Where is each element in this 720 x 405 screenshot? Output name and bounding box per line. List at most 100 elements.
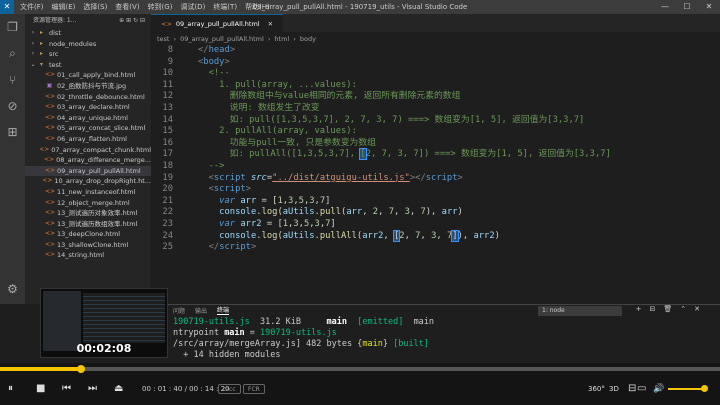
volume-slider[interactable] [668, 388, 704, 390]
close-icon[interactable]: ✕ [268, 20, 273, 28]
file-item[interactable]: <> 03_array_declare.html [25, 102, 151, 113]
file-item[interactable]: <> 10_array_drop_dropRight.ht... [25, 176, 151, 187]
file-label: 08_array_difference_merge... [56, 156, 151, 165]
search-icon[interactable]: ⌕ [9, 46, 16, 61]
file-item[interactable]: <> 08_array_difference_merge... [25, 155, 151, 166]
code-line: 11 1. pull(array, ...values): [151, 80, 720, 92]
folder-item[interactable]: ⌄ ▾ test [25, 60, 151, 71]
file-item[interactable]: <> 05_array_concat_slice.html [25, 123, 151, 134]
volume-icon[interactable]: 🔊 [653, 381, 664, 397]
menu-item[interactable]: 帮助(H) [245, 2, 270, 12]
code-token: ) [494, 230, 500, 241]
eject-icon[interactable]: ⏏ [114, 381, 123, 397]
html-file-icon: <> [45, 103, 56, 111]
file-item[interactable]: <> 09_array_pull_pullAll.html [25, 165, 151, 177]
code-line: 13 说明: 数组发生了改变 [151, 103, 720, 115]
maximize-panel-icon[interactable]: ⌃ [680, 305, 686, 313]
playlist-icon[interactable]: ⊟ [628, 381, 636, 397]
previous-icon[interactable]: ⏮ [62, 381, 71, 397]
breadcrumb-item[interactable]: test [157, 35, 169, 43]
file-item[interactable]: <> 13_测试遍历对象效率.html [25, 208, 151, 219]
terminal-segment: = [244, 328, 261, 338]
tacc-badge[interactable]: tacc [218, 384, 241, 394]
pause-icon[interactable]: ⏸ [8, 381, 13, 397]
split-terminal-icon[interactable]: ⊟ [649, 305, 655, 313]
add-terminal-icon[interactable]: + [636, 305, 642, 313]
breadcrumb-item[interactable]: 09_array_pull_pullAll.html [180, 35, 264, 43]
file-item[interactable]: <> 04_array_unique.html [25, 113, 151, 124]
file-item[interactable]: <> 06_array_flatten.html [25, 134, 151, 145]
line-number: 23 [162, 218, 173, 229]
panel-tab[interactable]: 输出 [195, 306, 207, 315]
window-controls: — ☐ ✕ [654, 0, 720, 14]
file-item[interactable]: ▣ 02_函数防抖与节流.jpg [25, 81, 151, 92]
line-content: 如: pullAll([1,3,5,3,7], [2, 7, 3, 7]) ==… [185, 148, 611, 161]
gear-icon[interactable]: ⚙ [7, 282, 18, 296]
menu-item[interactable]: 编辑(E) [52, 2, 76, 12]
volume-knob[interactable] [701, 385, 708, 392]
3d-icon[interactable]: 3D [609, 381, 619, 397]
panel-tab[interactable]: 问题 [173, 306, 185, 315]
stop-icon[interactable]: ■ [36, 381, 45, 397]
code-token: > [224, 56, 230, 67]
file-item[interactable]: <> 13_shallowClone.html [25, 240, 151, 251]
trash-icon[interactable]: 🗑 [663, 305, 672, 313]
explorer-actions-icon[interactable]: ⊕ ⊞ ↻ ⊟ [119, 14, 145, 28]
maximize-icon[interactable]: ☐ [676, 0, 698, 14]
file-item[interactable]: <> 12_object_merge.html [25, 198, 151, 209]
code-token: 2. pullAll(array, values): [198, 126, 357, 137]
menu-item[interactable]: 查看(V) [115, 2, 139, 12]
line-number: 10 [162, 68, 173, 79]
extensions-icon[interactable]: ⊞ [7, 125, 17, 139]
code-token: arr [441, 207, 458, 218]
folder-item[interactable]: › ▸ node_modules [25, 39, 151, 50]
code-line: 25 </script> [151, 242, 720, 254]
chevron-icon: › [31, 29, 35, 36]
code-token: > [250, 242, 257, 253]
progress-bar[interactable] [0, 365, 720, 373]
vr360-icon[interactable]: 360° [588, 381, 605, 397]
line-content: 1. pull(array, ...values): [185, 80, 357, 92]
folder-item[interactable]: › ▸ dist [25, 28, 151, 39]
code-token: ] [330, 218, 336, 229]
file-item[interactable]: <> 13_deepClone.html [25, 229, 151, 240]
fullscreen-icon[interactable]: ▭ [637, 381, 646, 397]
file-item[interactable]: <> 14_string.html [25, 250, 151, 261]
close-panel-icon[interactable]: ✕ [694, 305, 700, 313]
file-item[interactable]: <> 11_new_instanceof.html [25, 187, 151, 198]
file-item[interactable]: <> 02_throttle_debounce.html [25, 92, 151, 103]
menu-item[interactable]: 调试(D) [180, 2, 205, 12]
source-control-icon[interactable]: ⑂ [9, 73, 16, 87]
terminal-line: /src/array/mergeArray.js] 482 bytes {mai… [173, 339, 720, 350]
code-view[interactable]: 8 </head> 9 <body> 10 <!-- 11 1. pull(array, … [151, 45, 720, 304]
terminal-output[interactable]: 190719-utils.js 31.2 KiB main [emitted] … [173, 317, 720, 361]
progress-knob[interactable] [76, 365, 85, 373]
menu-item[interactable]: 终端(T) [213, 2, 237, 12]
close-window-icon[interactable]: ✕ [698, 0, 720, 14]
files-icon[interactable]: ❐ [7, 20, 18, 34]
code-token: ), [457, 230, 474, 241]
line-number: 19 [162, 172, 173, 183]
fcr-badge[interactable]: FCR [243, 384, 265, 394]
editor-tab[interactable]: <> 09_array_pull_pullAll.html ✕ [151, 14, 284, 32]
breadcrumb-item[interactable]: body [300, 35, 316, 43]
file-item[interactable]: <> 13_测试遍历数组效率.html [25, 219, 151, 230]
code-token: > [457, 172, 463, 183]
line-content: </script> [185, 242, 257, 254]
code-line: 14 如: pull([1,3,5,3,7], 2, 7, 3, 7) ===>… [151, 115, 720, 127]
debug-icon[interactable]: ⊘ [7, 99, 17, 113]
next-icon[interactable]: ⏭ [88, 381, 97, 397]
menu-item[interactable]: 转到(G) [148, 2, 173, 12]
code-token: > [229, 45, 236, 55]
file-label: 01_call_apply_bind.html [57, 71, 136, 80]
minimize-icon[interactable]: — [654, 0, 676, 14]
file-item[interactable]: <> 01_call_apply_bind.html [25, 70, 151, 81]
terminal-select[interactable]: 1: node [538, 306, 622, 316]
file-item[interactable]: <> 07_array_compact_chunk.html [25, 145, 151, 156]
folder-item[interactable]: › ▸ src [25, 49, 151, 60]
menu-item[interactable]: 选择(S) [83, 2, 107, 12]
code-token: head [208, 45, 230, 55]
menu-item[interactable]: 文件(F) [20, 2, 44, 12]
panel-tab[interactable]: 终端 [217, 305, 230, 315]
breadcrumb-item[interactable]: html [274, 35, 289, 43]
